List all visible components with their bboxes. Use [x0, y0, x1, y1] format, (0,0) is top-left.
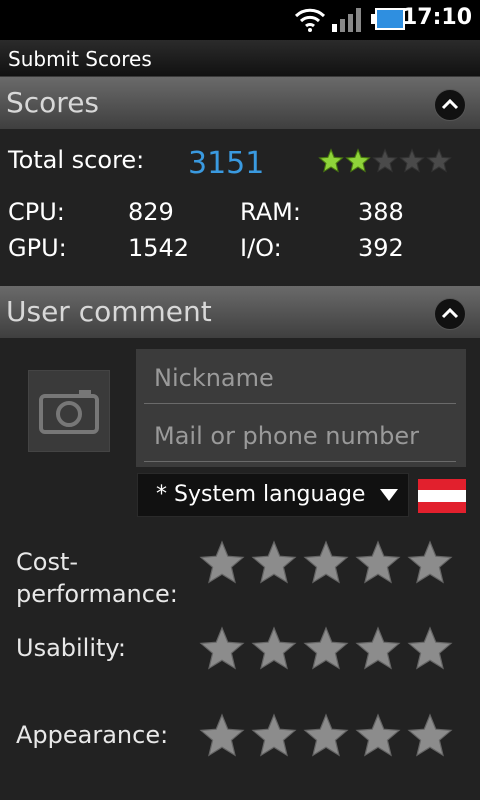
rating-stars-appearance[interactable]: [198, 712, 454, 760]
star-empty-icon[interactable]: [198, 712, 246, 760]
contact-input[interactable]: [144, 413, 456, 459]
star-empty-icon[interactable]: [302, 625, 350, 673]
ram-label: RAM:: [240, 198, 301, 226]
io-label: I/O:: [240, 234, 282, 262]
star-empty-icon: [426, 148, 452, 173]
signal-icon: [332, 8, 361, 32]
star-empty-icon[interactable]: [406, 539, 454, 587]
total-score-value: 3151: [188, 146, 265, 181]
photo-button[interactable]: [28, 370, 110, 452]
star-empty-icon: [399, 148, 425, 173]
star-empty-icon[interactable]: [406, 712, 454, 760]
star-filled-icon: [318, 148, 344, 173]
title-bar: Submit Scores: [0, 40, 480, 77]
dropdown-arrow-icon: [380, 489, 398, 501]
rating-stars-cost-performance[interactable]: [198, 539, 454, 587]
star-empty-icon[interactable]: [354, 712, 402, 760]
cpu-label: CPU:: [8, 198, 65, 226]
star-empty-icon: [372, 148, 398, 173]
comment-section-header[interactable]: User comment: [0, 286, 480, 338]
scores-section-header[interactable]: Scores: [0, 77, 480, 129]
rating-label-line: performance:: [16, 580, 178, 608]
rating-label-usability: Usability:: [16, 634, 126, 662]
star-empty-icon[interactable]: [250, 625, 298, 673]
gpu-label: GPU:: [8, 234, 67, 262]
nickname-field-wrapper: [144, 355, 456, 404]
ram-value: 388: [358, 198, 404, 226]
comment-header-label: User comment: [6, 295, 212, 328]
io-value: 392: [358, 234, 404, 262]
star-empty-icon[interactable]: [198, 625, 246, 673]
scores-collapse-button[interactable]: [434, 89, 466, 121]
page-title: Submit Scores: [8, 47, 152, 71]
camera-icon: [39, 390, 99, 434]
star-empty-icon[interactable]: [302, 539, 350, 587]
language-select-value: * System language: [156, 482, 366, 507]
star-empty-icon[interactable]: [250, 539, 298, 587]
wifi-icon: [294, 8, 326, 32]
star-empty-icon[interactable]: [406, 625, 454, 673]
contact-form: [136, 349, 466, 467]
status-bar: 17:10: [0, 0, 480, 40]
comment-collapse-button[interactable]: [434, 298, 466, 330]
star-filled-icon: [345, 148, 371, 173]
chevron-up-icon: [441, 98, 459, 110]
star-empty-icon[interactable]: [354, 625, 402, 673]
star-empty-icon[interactable]: [302, 712, 350, 760]
total-score-label: Total score:: [8, 146, 145, 174]
cpu-value: 829: [128, 198, 174, 226]
star-empty-icon[interactable]: [198, 539, 246, 587]
rating-label-line: Cost-: [16, 548, 79, 576]
scores-header-label: Scores: [6, 86, 100, 119]
star-empty-icon[interactable]: [250, 712, 298, 760]
contact-field-wrapper: [144, 413, 456, 462]
rating-label-cost-performance: Cost- performance:: [16, 546, 178, 610]
total-score-stars: [318, 148, 452, 174]
chevron-up-icon: [441, 307, 459, 319]
battery-icon: [371, 8, 405, 30]
austria-flag-icon[interactable]: [418, 479, 466, 513]
nickname-input[interactable]: [144, 355, 456, 401]
rating-label-appearance: Appearance:: [16, 721, 169, 749]
language-select[interactable]: * System language: [137, 473, 409, 517]
star-empty-icon[interactable]: [354, 539, 402, 587]
rating-stars-usability[interactable]: [198, 625, 454, 673]
clock: 17:10: [401, 5, 472, 30]
gpu-value: 1542: [128, 234, 190, 262]
